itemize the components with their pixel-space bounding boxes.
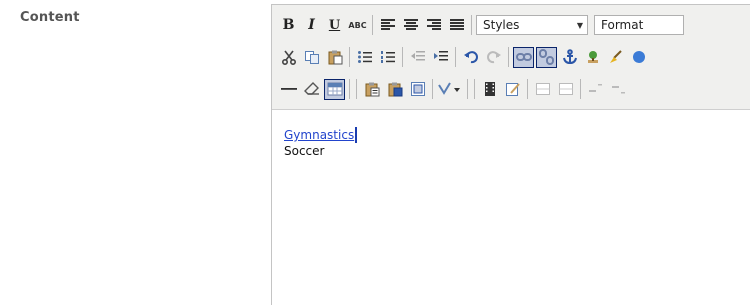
styles-select-value: Styles bbox=[483, 18, 520, 32]
unlink-icon bbox=[538, 49, 554, 65]
paste-word-icon bbox=[388, 82, 402, 97]
dropdown-arrow-icon: ▼ bbox=[576, 20, 583, 30]
toolbar-separator bbox=[580, 79, 581, 99]
paste-button[interactable] bbox=[324, 47, 345, 68]
insert-row-before-button[interactable] bbox=[532, 79, 553, 100]
indent-icon bbox=[433, 51, 448, 61]
superscript-icon bbox=[588, 84, 602, 92]
rich-text-editor: B I U ABC Styles ▼ Format Gymnastics Soc… bbox=[271, 4, 750, 305]
anchor-button[interactable] bbox=[559, 47, 580, 68]
align-center-icon bbox=[403, 19, 418, 30]
insert-row-after-button[interactable] bbox=[555, 79, 576, 100]
table-row-icon bbox=[558, 83, 573, 95]
content-field-label: Content bbox=[20, 10, 80, 25]
toolbar-separator bbox=[402, 47, 403, 67]
superscript-button[interactable] bbox=[585, 79, 606, 100]
styles-select[interactable]: Styles ▼ bbox=[476, 15, 588, 35]
toolbar-separator bbox=[455, 47, 456, 67]
toolbar-separator bbox=[349, 47, 350, 67]
paste-text-icon bbox=[365, 82, 379, 97]
toolbar-separator bbox=[474, 79, 475, 99]
spellcheck-icon bbox=[438, 82, 460, 95]
toolbar-separator bbox=[508, 47, 509, 67]
gymnastics-link[interactable]: Gymnastics bbox=[284, 127, 358, 143]
undo-icon bbox=[463, 51, 478, 64]
align-center-button[interactable] bbox=[400, 15, 421, 36]
horizontal-rule-icon bbox=[280, 88, 297, 90]
edit-source-button[interactable] bbox=[502, 79, 523, 100]
format-select[interactable]: Format bbox=[594, 15, 684, 35]
toolbar-row-1: B I U ABC Styles ▼ Format bbox=[278, 13, 690, 37]
numbered-list-button[interactable] bbox=[377, 47, 398, 68]
underline-button[interactable]: U bbox=[324, 15, 345, 36]
remove-format-button[interactable] bbox=[301, 79, 322, 100]
subscript-button[interactable] bbox=[608, 79, 629, 100]
table-grid-icon bbox=[327, 82, 342, 96]
copy-icon bbox=[304, 51, 319, 64]
insert-image-button[interactable] bbox=[582, 47, 603, 68]
align-justify-button[interactable] bbox=[446, 15, 467, 36]
select-all-icon bbox=[410, 82, 425, 96]
outdent-button[interactable] bbox=[407, 47, 428, 68]
redo-icon bbox=[486, 51, 501, 64]
toolbar-separator bbox=[527, 79, 528, 99]
link-icon bbox=[515, 53, 532, 61]
outdent-icon bbox=[410, 51, 425, 61]
list-item[interactable]: Gymnastics bbox=[284, 127, 358, 143]
list-item: Soccer bbox=[284, 144, 325, 158]
toolbar-row-3 bbox=[278, 77, 631, 101]
toolbar-row-2 bbox=[278, 45, 651, 69]
image-icon bbox=[587, 51, 598, 63]
undo-button[interactable] bbox=[460, 47, 481, 68]
align-right-button[interactable] bbox=[423, 15, 444, 36]
align-justify-icon bbox=[449, 19, 464, 30]
anchor-icon bbox=[562, 49, 577, 65]
redo-button[interactable] bbox=[483, 47, 504, 68]
scissors-icon bbox=[281, 50, 296, 65]
insert-media-button[interactable] bbox=[479, 79, 500, 100]
paste-word-button[interactable] bbox=[384, 79, 405, 100]
align-left-icon bbox=[380, 19, 395, 30]
toolbar-separator bbox=[471, 15, 472, 35]
paste-text-button[interactable] bbox=[361, 79, 382, 100]
toolbar-separator bbox=[372, 15, 373, 35]
help-button[interactable] bbox=[628, 47, 649, 68]
editor-content[interactable]: Gymnastics Soccer bbox=[284, 127, 358, 159]
broom-icon bbox=[609, 50, 622, 63]
help-icon bbox=[632, 51, 645, 63]
toolbar-separator bbox=[432, 79, 433, 99]
numbered-list-icon bbox=[380, 51, 395, 63]
bullet-list-icon bbox=[357, 51, 372, 63]
italic-button[interactable]: I bbox=[301, 15, 322, 36]
copy-button[interactable] bbox=[301, 47, 322, 68]
cleanup-button[interactable] bbox=[605, 47, 626, 68]
toolbar-separator bbox=[467, 79, 468, 99]
film-icon bbox=[484, 82, 495, 96]
toolbar-separator bbox=[356, 79, 357, 99]
visual-aid-button[interactable] bbox=[324, 78, 345, 100]
subscript-icon bbox=[611, 86, 625, 94]
clipboard-icon bbox=[328, 50, 342, 65]
cut-button[interactable] bbox=[278, 47, 299, 68]
editor-toolbar: B I U ABC Styles ▼ Format bbox=[272, 5, 750, 110]
eraser-icon bbox=[303, 82, 319, 95]
unlink-button[interactable] bbox=[536, 46, 557, 68]
strikethrough-button[interactable]: ABC bbox=[347, 15, 368, 36]
align-right-icon bbox=[426, 19, 441, 30]
table-row-icon bbox=[535, 83, 550, 95]
format-select-value: Format bbox=[601, 18, 644, 32]
indent-button[interactable] bbox=[430, 47, 451, 68]
insert-link-button[interactable] bbox=[513, 46, 534, 68]
select-all-button[interactable] bbox=[407, 79, 428, 100]
align-left-button[interactable] bbox=[377, 15, 398, 36]
horizontal-rule-button[interactable] bbox=[278, 79, 299, 100]
toolbar-separator bbox=[349, 79, 350, 99]
bullet-list-button[interactable] bbox=[354, 47, 375, 68]
edit-source-icon bbox=[505, 83, 520, 96]
spellcheck-button[interactable] bbox=[437, 79, 463, 100]
bold-button[interactable]: B bbox=[278, 15, 299, 36]
